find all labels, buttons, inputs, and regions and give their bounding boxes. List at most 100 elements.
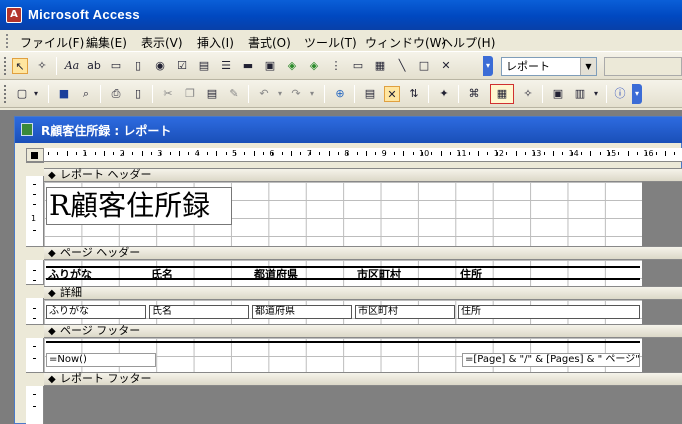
header-label-furigana[interactable]: ふりがな <box>48 266 92 282</box>
vertical-ruler[interactable]: 1 <box>26 162 44 424</box>
checkbox-icon[interactable]: ☑ <box>174 58 190 74</box>
toggle-button-icon[interactable]: ▯ <box>130 58 146 74</box>
detail-field-address[interactable]: 住所 <box>458 305 640 319</box>
ruler-tick <box>178 151 180 156</box>
field-list-icon[interactable]: ▤ <box>362 86 378 102</box>
textbox-icon[interactable]: ab <box>86 58 102 74</box>
toolbar-options-icon[interactable]: ▾ <box>483 56 493 76</box>
image-icon[interactable]: ▣ <box>262 58 278 74</box>
menu-view[interactable]: 表示(V) <box>141 34 183 51</box>
ruler-tick <box>403 151 405 156</box>
menu-format[interactable]: 書式(O) <box>248 34 291 51</box>
save-icon[interactable]: ■ <box>56 86 72 102</box>
header-label-city[interactable]: 市区町村 <box>357 266 401 282</box>
detail-band[interactable]: ◆ 詳細 <box>44 286 682 300</box>
report-gray-margin <box>642 338 682 372</box>
detail-field-furigana[interactable]: ふりがな <box>46 305 146 319</box>
report-footer-band[interactable]: ◆ レポート フッター <box>44 372 682 386</box>
label-icon[interactable]: Aa <box>64 58 80 74</box>
menu-insert[interactable]: 挿入(I) <box>197 34 234 51</box>
command-button-icon[interactable]: ▬ <box>240 58 256 74</box>
menu-tools[interactable]: ツール(T) <box>304 34 357 51</box>
ruler-section-marker <box>26 284 44 298</box>
chevron-down-icon[interactable]: ▼ <box>580 58 596 75</box>
toolbar-grip-icon[interactable] <box>4 57 7 75</box>
toolbox-toolbar: ↖ ✧ Aa ab ▭ ▯ ◉ ☑ ▤ ☰ ▬ ▣ ◈ ◈ ⋮ ▭ ▦ ╲ □ … <box>0 52 682 80</box>
chevron-down-icon[interactable]: ▾ <box>272 86 288 102</box>
print-preview-icon[interactable]: ▯ <box>130 86 146 102</box>
format-painter-icon[interactable]: ✎ <box>226 86 242 102</box>
footer-date-textbox[interactable]: =Now() <box>46 353 156 367</box>
menu-edit[interactable]: 編集(E) <box>86 34 127 51</box>
paste-icon[interactable]: ▤ <box>204 86 220 102</box>
toolbar-grip-icon[interactable] <box>4 85 7 103</box>
new-object-icon[interactable]: ▥ <box>572 86 588 102</box>
code-icon[interactable]: ⌘ <box>466 86 482 102</box>
ruler-tick <box>337 152 339 155</box>
header-label-name[interactable]: 氏名 <box>151 266 173 282</box>
ruler-tick <box>431 152 433 155</box>
undo-icon[interactable]: ↶ <box>256 86 272 102</box>
insert-hyperlink-icon[interactable]: ⊕ <box>332 86 348 102</box>
footer-page-textbox[interactable]: =[Page] & "/" & [Pages] & " ページ" <box>462 353 640 367</box>
page-header-band[interactable]: ◆ ページ ヘッダー <box>44 246 682 260</box>
report-title-label[interactable]: R顧客住所録 <box>46 187 232 225</box>
listbox-icon[interactable]: ☰ <box>218 58 234 74</box>
chevron-down-icon[interactable]: ▾ <box>28 86 44 102</box>
menu-grip-icon[interactable] <box>6 34 9 48</box>
cut-icon[interactable]: ✂ <box>160 86 176 102</box>
ruler-tick <box>393 152 395 155</box>
redo-icon[interactable]: ↷ <box>288 86 304 102</box>
print-icon[interactable]: ⎙ <box>108 86 124 102</box>
page-footer-band[interactable]: ◆ ページ フッター <box>44 324 682 338</box>
database-window-icon[interactable]: ▣ <box>550 86 566 102</box>
toolbox-icon[interactable]: ✕ <box>384 86 400 102</box>
copy-icon[interactable]: ❐ <box>182 86 198 102</box>
menu-window[interactable]: ウィンドウ(W) <box>365 34 446 51</box>
ruler-corner[interactable] <box>26 148 44 162</box>
option-button-icon[interactable]: ◉ <box>152 58 168 74</box>
ruler-tick <box>515 151 517 156</box>
ruler-tick <box>253 151 255 156</box>
tab-control-icon[interactable]: ▭ <box>350 58 366 74</box>
header-label-address[interactable]: 住所 <box>460 266 482 282</box>
report-header-band[interactable]: ◆ レポート ヘッダー <box>44 168 682 182</box>
footer-rule-line <box>46 341 640 343</box>
rectangle-icon[interactable]: □ <box>416 58 432 74</box>
page-break-icon[interactable]: ⋮ <box>328 58 344 74</box>
horizontal-ruler[interactable]: 1 2 3 4 5 6 7 8 9 10 11 12 13 14 15 16 <box>44 148 682 162</box>
line-icon[interactable]: ╲ <box>394 58 410 74</box>
access-app-icon[interactable]: A <box>6 7 22 23</box>
select-objects-icon[interactable]: ↖ <box>12 58 28 74</box>
ruler-number: 14 <box>568 149 579 158</box>
header-label-prefecture[interactable]: 都道府県 <box>254 266 298 282</box>
ruler-tick <box>412 152 414 155</box>
toolbar-options-icon[interactable]: ▾ <box>632 84 642 104</box>
option-group-icon[interactable]: ▭ <box>108 58 124 74</box>
combobox-icon[interactable]: ▤ <box>196 58 212 74</box>
detail-field-name[interactable]: 氏名 <box>149 305 249 319</box>
menu-help[interactable]: ヘルプ(H) <box>441 34 495 51</box>
ruler-tick <box>590 151 592 156</box>
object-combo[interactable]: レポート ▼ <box>501 57 597 76</box>
help-icon[interactable]: ⓘ <box>612 86 628 102</box>
build-icon[interactable]: ✧ <box>520 86 536 102</box>
detail-field-city[interactable]: 市区町村 <box>355 305 455 319</box>
autoformat-icon[interactable]: ✦ <box>436 86 452 102</box>
control-wizards-icon[interactable]: ✧ <box>34 58 50 74</box>
subreport-icon[interactable]: ▦ <box>372 58 388 74</box>
chevron-down-icon[interactable]: ▾ <box>304 86 320 102</box>
more-controls-icon[interactable]: ✕ <box>438 58 454 74</box>
ruler-tick <box>263 152 265 155</box>
ruler-tick <box>328 151 330 156</box>
file-search-icon[interactable]: ⌕ <box>78 86 94 102</box>
detail-field-prefecture[interactable]: 都道府県 <box>252 305 352 319</box>
font-combo[interactable] <box>604 57 682 76</box>
menu-file[interactable]: ファイル(F) <box>20 34 84 51</box>
bound-object-frame-icon[interactable]: ◈ <box>306 58 322 74</box>
chevron-down-icon[interactable]: ▾ <box>588 86 604 102</box>
report-window-titlebar[interactable]: R顧客住所録 : レポート <box>15 117 682 143</box>
unbound-object-frame-icon[interactable]: ◈ <box>284 58 300 74</box>
sorting-grouping-icon[interactable]: ⇅ <box>406 86 422 102</box>
properties-icon[interactable]: ▦ <box>490 84 514 104</box>
